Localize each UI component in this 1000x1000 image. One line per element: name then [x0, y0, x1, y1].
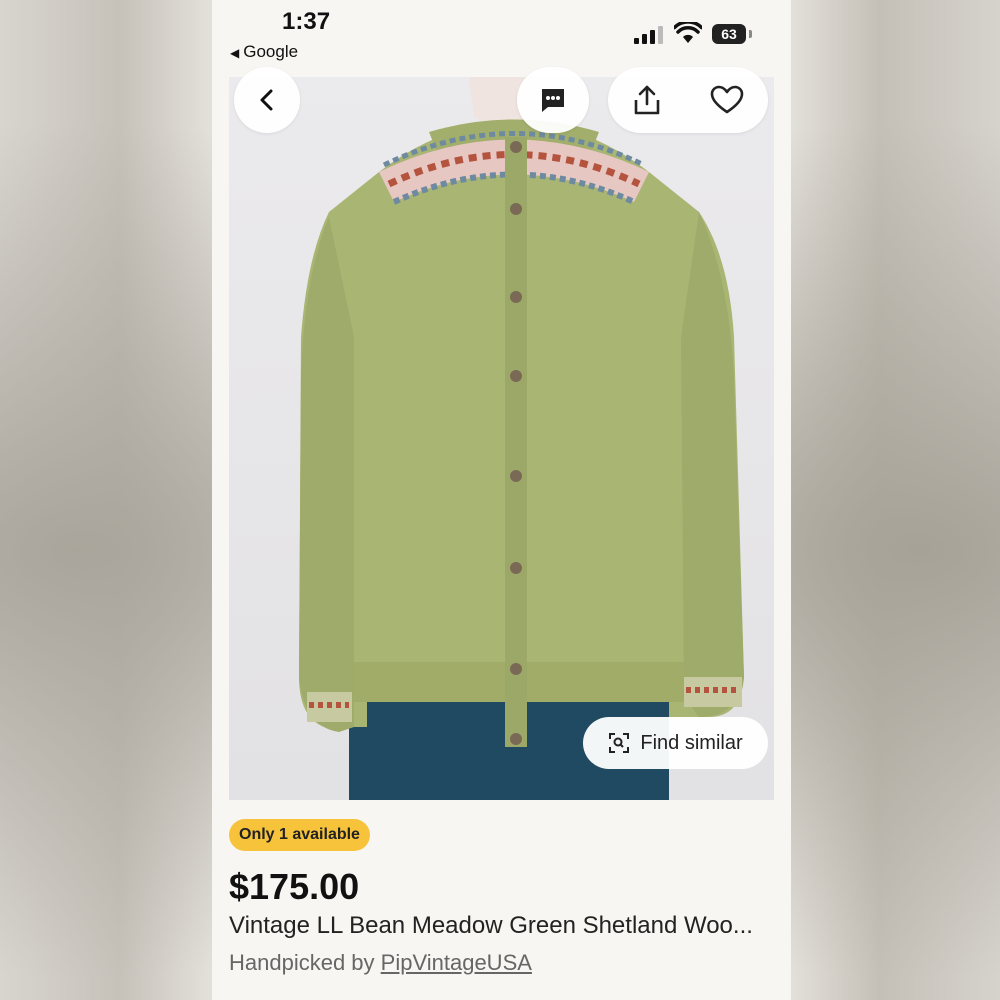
- share-icon[interactable]: [632, 84, 662, 116]
- seller-link[interactable]: PipVintageUSA: [381, 950, 532, 975]
- handpicked-by: Handpicked by PipVintageUSA: [229, 950, 532, 976]
- phone-screen: 1:37 ◀ Google 63 Find similar Only 1 ava…: [212, 0, 791, 1000]
- item-price: $175.00: [229, 866, 360, 907]
- action-pill: [608, 67, 768, 133]
- heart-icon[interactable]: [710, 85, 744, 115]
- handpicked-prefix: Handpicked by: [229, 950, 375, 975]
- back-triangle-icon: ◀: [230, 46, 240, 60]
- item-title[interactable]: Vintage LL Bean Meadow Green Shetland Wo…: [229, 912, 774, 940]
- visual-search-icon: [609, 733, 630, 753]
- find-similar-label: Find similar: [640, 731, 743, 754]
- message-seller-button[interactable]: [517, 67, 589, 133]
- back-button[interactable]: [234, 67, 300, 133]
- status-bar: 1:37 ◀ Google 63: [212, 0, 791, 70]
- chevron-left-icon: [260, 89, 273, 111]
- back-app-label: Google: [243, 42, 299, 61]
- cellular-signal-icon: [634, 26, 663, 44]
- back-to-app-link[interactable]: ◀ Google: [230, 42, 298, 62]
- product-image-carousel[interactable]: [229, 77, 774, 800]
- status-time: 1:37: [282, 8, 331, 35]
- battery-nub: [749, 30, 752, 38]
- find-similar-button[interactable]: Find similar: [583, 717, 768, 769]
- availability-badge: Only 1 available: [229, 819, 370, 851]
- more-dots-icon: [542, 89, 564, 112]
- battery-indicator: 63: [712, 24, 746, 44]
- product-photo: [299, 77, 744, 800]
- wifi-icon: [674, 22, 702, 43]
